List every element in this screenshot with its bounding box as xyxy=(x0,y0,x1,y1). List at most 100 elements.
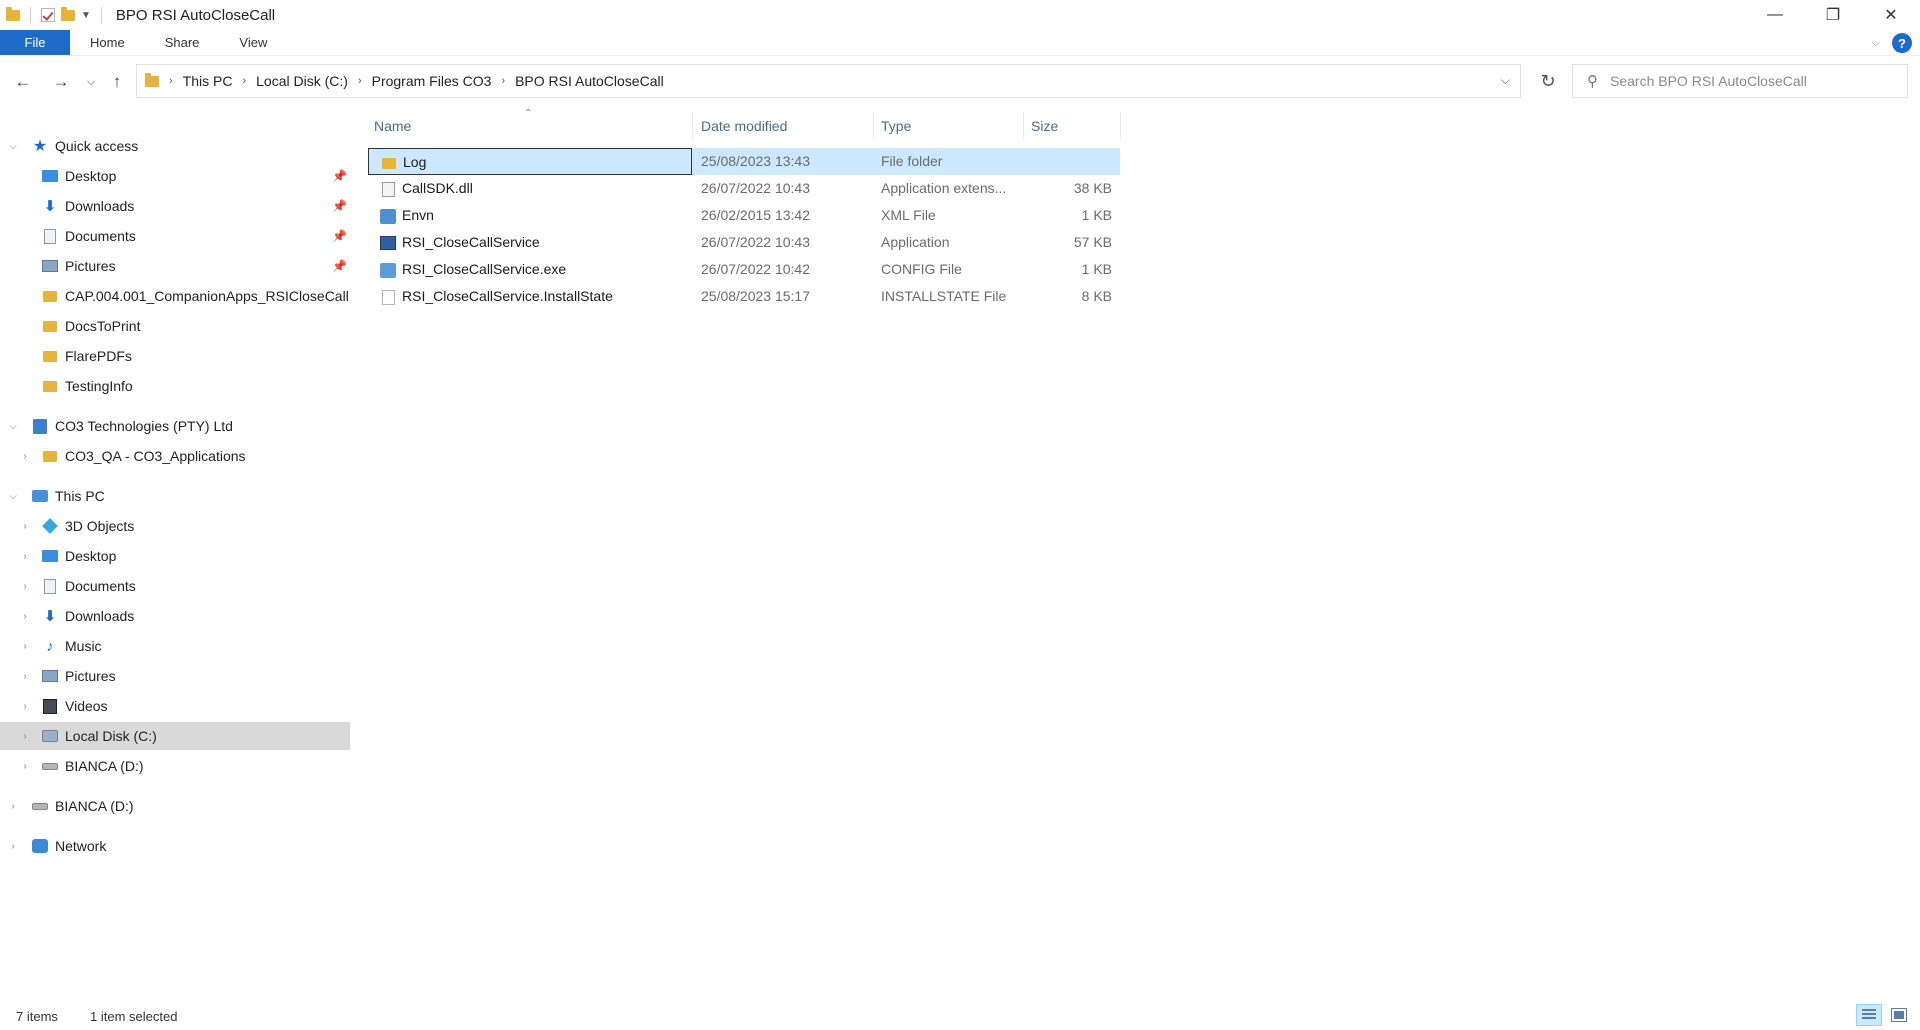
star-icon: ★ xyxy=(32,138,48,155)
toolbar-divider xyxy=(100,7,102,23)
customize-toolbar-chevron-down-icon[interactable]: ▼ xyxy=(81,10,91,21)
up-arrow-icon[interactable]: ↑ xyxy=(102,72,132,92)
collapse-chevron-icon[interactable]: ⌵ xyxy=(6,491,20,502)
pin-icon[interactable]: 📌 xyxy=(332,169,347,183)
expand-chevron-icon[interactable]: › xyxy=(18,551,32,562)
tab-home[interactable]: Home xyxy=(70,30,145,55)
file-name-cell[interactable]: Envn xyxy=(368,202,692,229)
recent-locations-chevron-down-icon[interactable]: ⌵ xyxy=(80,76,102,89)
breadcrumb-local-disk[interactable]: Local Disk (C:) xyxy=(256,73,348,89)
nav-pc-local-disk[interactable]: › Local Disk (C:) xyxy=(0,722,350,750)
tab-share[interactable]: Share xyxy=(145,30,220,55)
pin-icon[interactable]: 📌 xyxy=(332,199,347,213)
help-icon[interactable]: ? xyxy=(1892,33,1912,53)
pin-icon[interactable]: 📌 xyxy=(332,229,347,243)
nav-quick-desktop[interactable]: Desktop 📌 xyxy=(0,162,350,190)
file-row[interactable]: Log 25/08/2023 13:43 File folder xyxy=(368,148,1120,175)
nav-label: CO3 Technologies (PTY) Ltd xyxy=(55,418,233,434)
nav-company[interactable]: ⌵ CO3 Technologies (PTY) Ltd xyxy=(0,412,350,440)
nav-bianca-drive[interactable]: › BIANCA (D:) xyxy=(0,792,350,820)
nav-quick-testinginfo[interactable]: TestingInfo xyxy=(0,372,350,400)
nav-quick-flarepdfs[interactable]: FlarePDFs xyxy=(0,342,350,370)
file-row[interactable]: RSI_CloseCallService.InstallState 25/08/… xyxy=(368,283,1120,310)
nav-quick-access[interactable]: ⌵ ★ Quick access xyxy=(0,132,350,160)
address-history-chevron-down-icon[interactable]: ⌵ xyxy=(1501,73,1510,88)
nav-label: TestingInfo xyxy=(65,378,133,394)
file-name-cell[interactable]: RSI_CloseCallService.InstallState xyxy=(368,283,692,310)
refresh-icon[interactable]: ↻ xyxy=(1528,64,1568,98)
nav-pc-videos[interactable]: › Videos xyxy=(0,692,350,720)
search-input[interactable] xyxy=(1610,73,1890,89)
nav-pc-desktop[interactable]: › Desktop xyxy=(0,542,350,570)
expand-chevron-icon[interactable]: › xyxy=(18,641,32,652)
nav-network[interactable]: › Network xyxy=(0,832,350,860)
nav-pc-downloads[interactable]: › ⬇ Downloads xyxy=(0,602,350,630)
nav-pc-documents[interactable]: › Documents xyxy=(0,572,350,600)
collapse-chevron-icon[interactable]: ⌵ xyxy=(6,421,20,432)
nav-pc-3d-objects[interactable]: › 3D Objects xyxy=(0,512,350,540)
breadcrumb-current-folder[interactable]: BPO RSI AutoCloseCall xyxy=(515,73,664,89)
nav-this-pc[interactable]: ⌵ This PC xyxy=(0,482,350,510)
breadcrumb-chevron-icon[interactable]: › xyxy=(358,75,362,87)
new-folder-icon[interactable] xyxy=(61,6,75,21)
file-row[interactable]: Envn 26/02/2015 13:42 XML File 1 KB xyxy=(368,202,1120,229)
breadcrumb-chevron-icon[interactable]: › xyxy=(242,75,246,87)
column-divider[interactable] xyxy=(1120,112,1121,140)
maximize-button[interactable]: ❐ xyxy=(1804,0,1862,30)
folder-icon xyxy=(42,288,58,304)
nav-company-co3-qa[interactable]: › CO3_QA - CO3_Applications xyxy=(0,442,350,470)
column-divider[interactable] xyxy=(1023,112,1024,140)
xml-file-icon xyxy=(380,208,396,224)
file-row[interactable]: RSI_CloseCallService 26/07/2022 10:43 Ap… xyxy=(368,229,1120,256)
nav-quick-documents[interactable]: Documents 📌 xyxy=(0,222,350,250)
breadcrumb-chevron-icon[interactable]: › xyxy=(501,75,505,87)
file-name-cell[interactable]: CallSDK.dll xyxy=(368,175,692,202)
expand-chevron-icon[interactable]: › xyxy=(6,801,20,812)
search-box[interactable]: ⚲ xyxy=(1572,64,1908,98)
breadcrumb-program-files[interactable]: Program Files CO3 xyxy=(372,73,492,89)
minimize-button[interactable]: — xyxy=(1746,0,1804,30)
expand-chevron-icon[interactable]: › xyxy=(18,521,32,532)
large-icons-view-button[interactable] xyxy=(1886,1004,1912,1026)
file-row[interactable]: CallSDK.dll 26/07/2022 10:43 Application… xyxy=(368,175,1120,202)
nav-pc-music[interactable]: › ♪ Music xyxy=(0,632,350,660)
expand-chevron-icon[interactable]: › xyxy=(18,701,32,712)
address-bar[interactable]: › This PC › Local Disk (C:) › Program Fi… xyxy=(136,64,1521,98)
column-divider[interactable] xyxy=(873,112,874,140)
tab-file[interactable]: File xyxy=(0,30,70,55)
file-name-cell[interactable]: Log xyxy=(368,148,692,175)
file-name-cell[interactable]: RSI_CloseCallService xyxy=(368,229,692,256)
breadcrumb-chevron-icon[interactable]: › xyxy=(169,75,173,87)
expand-chevron-icon[interactable]: › xyxy=(18,451,32,462)
nav-pc-bianca[interactable]: › BIANCA (D:) xyxy=(0,752,350,780)
breadcrumb-this-pc[interactable]: This PC xyxy=(183,73,233,89)
tab-view[interactable]: View xyxy=(219,30,287,55)
close-button[interactable]: ✕ xyxy=(1862,0,1920,30)
pin-icon[interactable]: 📌 xyxy=(332,259,347,273)
nav-pc-pictures[interactable]: › Pictures xyxy=(0,662,350,690)
expand-chevron-icon[interactable]: › xyxy=(6,841,20,852)
column-header-name[interactable]: Name xyxy=(374,108,692,144)
expand-chevron-icon[interactable]: › xyxy=(18,731,32,742)
details-view-button[interactable] xyxy=(1856,1004,1882,1026)
collapse-chevron-icon[interactable]: ⌵ xyxy=(6,141,20,152)
properties-icon[interactable] xyxy=(41,8,55,22)
expand-chevron-icon[interactable]: › xyxy=(18,581,32,592)
expand-chevron-icon[interactable]: › xyxy=(18,611,32,622)
expand-chevron-icon[interactable]: › xyxy=(18,761,32,772)
file-row[interactable]: RSI_CloseCallService.exe 26/07/2022 10:4… xyxy=(368,256,1120,283)
view-switcher xyxy=(1856,1004,1912,1026)
file-name-cell[interactable]: RSI_CloseCallService.exe xyxy=(368,256,692,283)
column-header-date[interactable]: Date modified xyxy=(701,108,871,144)
column-header-size[interactable]: Size xyxy=(1031,108,1111,144)
nav-quick-docstoprint[interactable]: DocsToPrint xyxy=(0,312,350,340)
nav-quick-downloads[interactable]: ⬇ Downloads 📌 xyxy=(0,192,350,220)
forward-arrow-icon[interactable]: → xyxy=(46,72,76,92)
column-divider[interactable] xyxy=(692,112,693,140)
expand-ribbon-chevron-down-icon[interactable]: ⌵ xyxy=(1872,37,1880,50)
nav-quick-cap-folder[interactable]: CAP.004.001_CompanionApps_RSICloseCall xyxy=(0,282,350,310)
column-header-type[interactable]: Type xyxy=(881,108,1011,144)
nav-quick-pictures[interactable]: Pictures 📌 xyxy=(0,252,350,280)
back-arrow-icon[interactable]: ← xyxy=(8,72,38,92)
expand-chevron-icon[interactable]: › xyxy=(18,671,32,682)
